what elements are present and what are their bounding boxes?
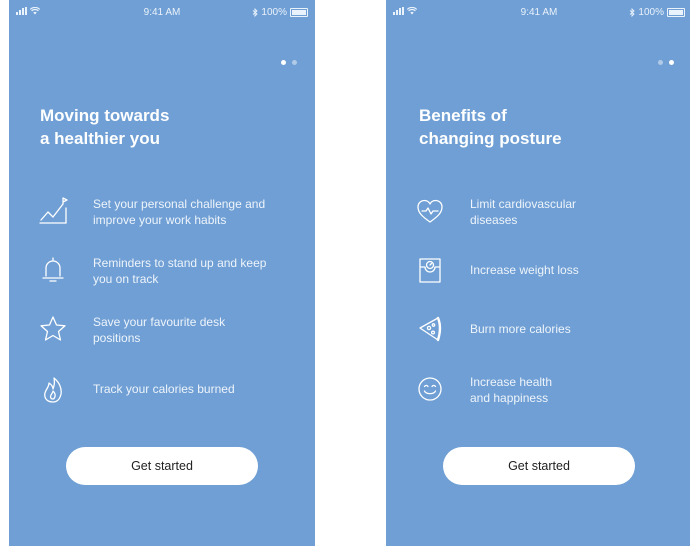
- feature-item-cardio: Limit cardiovascular diseases: [412, 196, 682, 228]
- flame-icon: [44, 377, 62, 403]
- smiley-icon: [418, 377, 442, 401]
- feature-item-reminders: Reminders to stand up and keep you on tr…: [35, 255, 305, 287]
- feature-text-line: Track your calories burned: [93, 382, 235, 396]
- feature-text-line: Reminders to stand up and keep: [93, 256, 267, 270]
- feature-text-line: positions: [93, 331, 141, 345]
- feature-text-line: Burn more calories: [470, 322, 571, 336]
- pizza-slice-icon: [419, 316, 442, 342]
- get-started-button[interactable]: Get started: [443, 447, 635, 485]
- feature-item-happiness: Increase health and happiness: [412, 374, 682, 406]
- feature-item-challenge: Set your personal challenge and improve …: [35, 196, 305, 228]
- feature-item-calories: Burn more calories: [412, 314, 682, 344]
- feature-text-line: Save your favourite desk: [93, 315, 226, 329]
- feature-text-line: improve your work habits: [93, 213, 227, 227]
- feature-text-line: Increase weight loss: [470, 263, 579, 277]
- feature-text-line: you on track: [93, 272, 159, 286]
- chart-trend-icon: [39, 197, 68, 224]
- feature-item-favourites: Save your favourite desk positions: [35, 314, 305, 346]
- star-icon: [40, 316, 66, 341]
- get-started-button[interactable]: Get started: [66, 447, 258, 485]
- feature-text-line: Set your personal challenge and: [93, 197, 266, 211]
- feature-item-calories: Track your calories burned: [35, 374, 305, 404]
- onboarding-screen-2: 9:41 AM 100% Benefits of changing postur…: [386, 0, 690, 546]
- scale-icon: [419, 258, 441, 283]
- feature-text-line: diseases: [470, 213, 518, 227]
- feature-text-line: Increase health: [470, 375, 553, 389]
- heart-pulse-icon: [417, 199, 443, 223]
- feature-item-weight: Increase weight loss: [412, 255, 682, 285]
- feature-text-line: and happiness: [470, 391, 549, 405]
- bell-icon: [42, 257, 64, 282]
- onboarding-screen-1: 9:41 AM 100% Moving towards a healthier …: [9, 0, 315, 546]
- feature-text-line: Limit cardiovascular: [470, 197, 577, 211]
